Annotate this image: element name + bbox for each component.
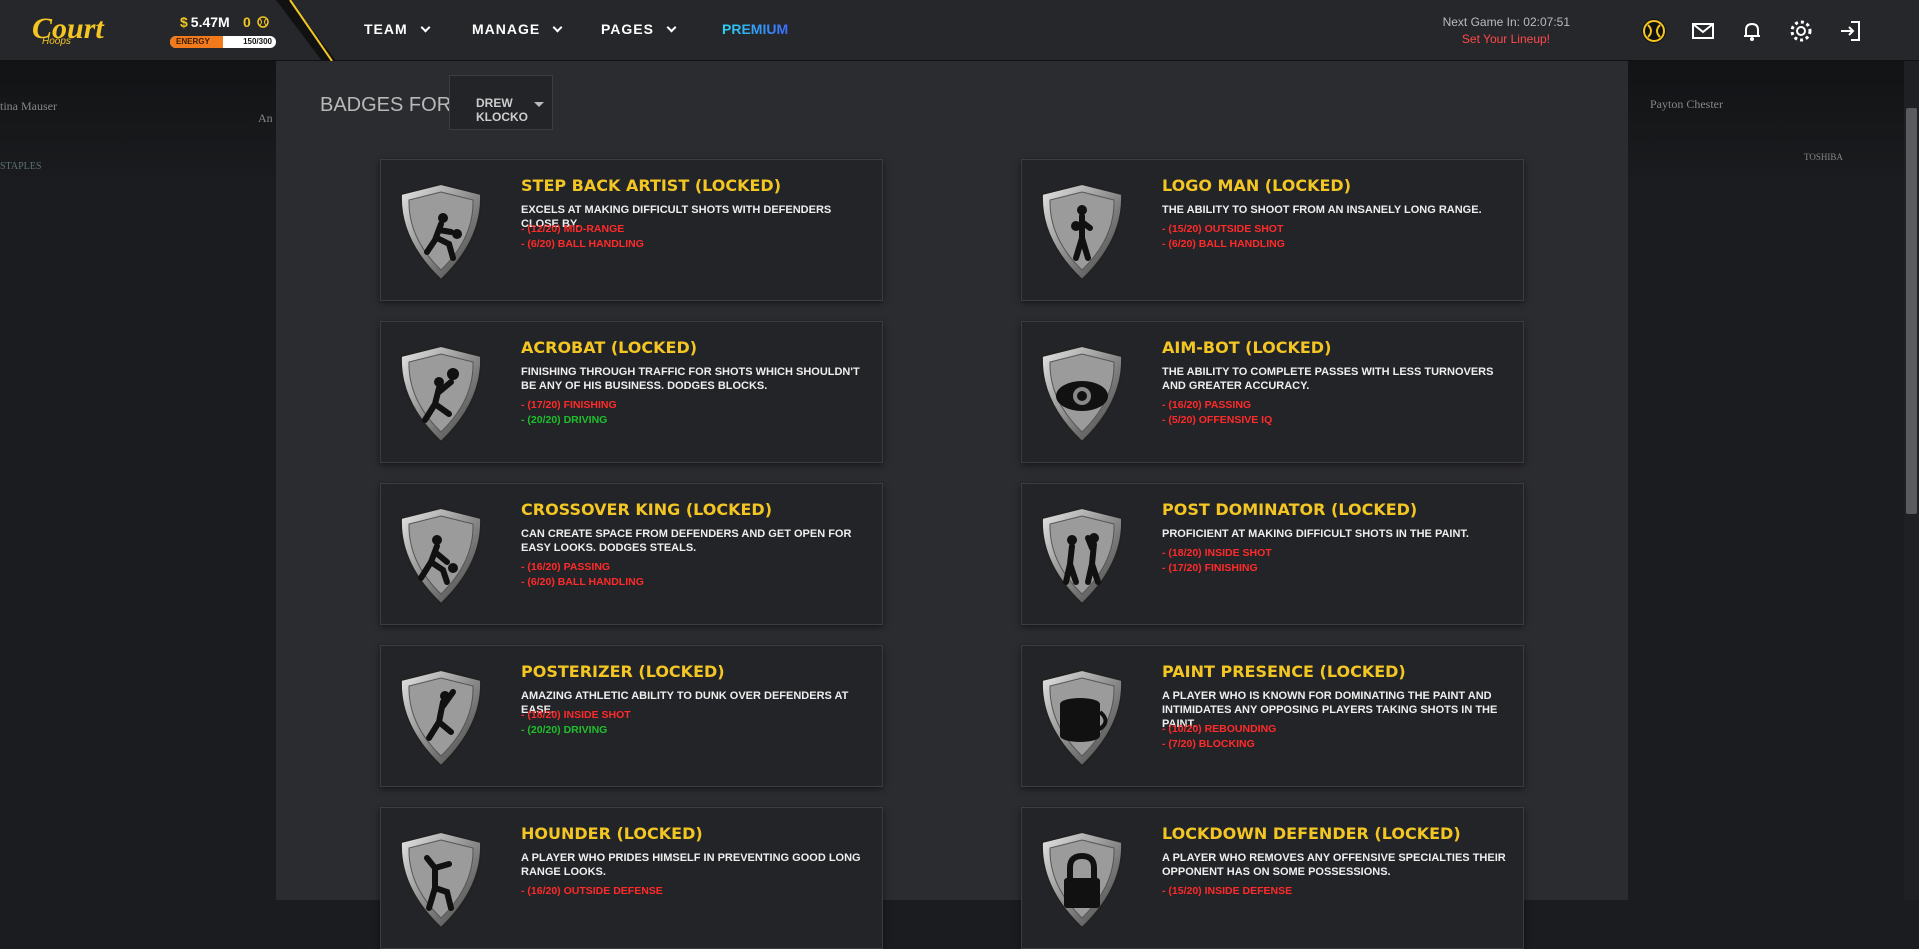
header-divider: [276, 0, 336, 61]
step-back-icon: [399, 182, 483, 282]
badge-requirement: - (17/20) FINISHING: [1162, 562, 1258, 574]
next-game-timer: Next Game In: 02:07:51: [1442, 15, 1570, 29]
background-crowd-left: tina Mauser An STAPLES: [0, 61, 276, 176]
badge-requirement: - (20/20) DRIVING: [521, 414, 608, 426]
badge-requirement: - (18/20) INSIDE SHOT: [1162, 547, 1272, 559]
badge-description: FINISHING THROUGH TRAFFIC FOR SHOTS WHIC…: [521, 366, 860, 392]
badge-card: PAINT PRESENCE (LOCKED) A PLAYER WHO IS K…: [1021, 645, 1524, 787]
gear-icon[interactable]: [1788, 18, 1814, 44]
badge-card: POSTERIZER (LOCKED) AMAZING ATHLETIC ABIL…: [380, 645, 883, 787]
nav-team-label: TEAM: [364, 21, 408, 37]
coins-display: 0: [243, 14, 269, 30]
chevron-down-icon: [666, 22, 677, 33]
player-select[interactable]: DREW KLOCKO: [449, 75, 553, 130]
nav-team[interactable]: TEAM: [364, 21, 431, 37]
dollar-icon: $: [180, 14, 188, 30]
arena-banner: TOSHIBA: [1804, 152, 1843, 162]
arena-banner: STAPLES: [0, 161, 42, 172]
badge-requirement: - (15/20) OUTSIDE SHOT: [1162, 223, 1284, 235]
courthoops-logo[interactable]: Court Hoops: [32, 6, 142, 52]
badge-title: AIM-BOT (LOCKED): [1162, 338, 1332, 357]
money-value: 5.47M: [190, 14, 230, 30]
dunk-icon: [399, 668, 483, 768]
badge-title: HOUNDER (LOCKED): [521, 824, 703, 843]
badge-title: STEP BACK ARTIST (LOCKED): [521, 176, 782, 195]
background-crowd-right: Payton Chester TOSHIBA: [1628, 61, 1904, 176]
badge-description: PROFICIENT AT MAKING DIFFICULT SHOTS IN …: [1162, 528, 1469, 540]
coin-small-icon: [256, 16, 269, 28]
dog-icon: [399, 830, 483, 930]
main-panel: BADGES FOR: DREW KLOCKO STEP BACK ARTIST…: [276, 61, 1628, 949]
badge-card: LOGO MAN (LOCKED) THE ABILITY TO SHOOT FR…: [1021, 159, 1524, 301]
badge-title: CROSSOVER KING (LOCKED): [521, 500, 773, 519]
nav-pages-label: PAGES: [601, 21, 654, 37]
logo-man-icon: [1040, 182, 1124, 282]
energy-label: ENERGY: [176, 37, 210, 46]
badge-title: POSTERIZER (LOCKED): [521, 662, 725, 681]
badge-requirement: - (20/20) DRIVING: [521, 724, 608, 736]
logo-subtext: Hoops: [42, 36, 71, 47]
badge-requirement: - (12/20) MID-RANGE: [521, 223, 625, 235]
badge-requirement: - (16/20) PASSING: [521, 561, 611, 573]
badge-requirement: - (10/20) REBOUNDING: [1162, 723, 1277, 735]
crossover-icon: [399, 506, 483, 606]
bell-icon[interactable]: [1739, 18, 1765, 44]
badge-title: LOCKDOWN DEFENDER (LOCKED): [1162, 824, 1461, 843]
badges-for-label: BADGES FOR:: [320, 94, 457, 116]
crowd-jersey-name: An: [258, 111, 273, 125]
chevron-down-icon: [552, 22, 563, 33]
badge-description: A PLAYER WHO PRIDES HIMSELF IN PREVENTIN…: [521, 852, 861, 878]
money-display: $5.47M: [180, 14, 230, 30]
badge-card: AIM-BOT (LOCKED) THE ABILITY TO COMPLETE …: [1021, 321, 1524, 463]
badge-description: THE ABILITY TO SHOOT FROM AN INSANELY LO…: [1162, 204, 1482, 216]
badge-requirement: - (7/20) BLOCKING: [1162, 738, 1255, 750]
mail-icon[interactable]: [1690, 18, 1716, 44]
badge-requirement: - (15/20) INSIDE DEFENSE: [1162, 885, 1293, 897]
coins-value: 0: [243, 14, 251, 30]
logout-icon[interactable]: [1837, 18, 1863, 44]
badge-card: CROSSOVER KING (LOCKED) CAN CREATE SPACE …: [380, 483, 883, 625]
badge-requirement: - (17/20) FINISHING: [521, 399, 617, 411]
badge-card: STEP BACK ARTIST (LOCKED) EXCELS AT MAKIN…: [380, 159, 883, 301]
nav-pages[interactable]: PAGES: [601, 21, 677, 37]
badge-requirement: - (18/20) INSIDE SHOT: [521, 709, 631, 721]
badge-requirement: - (16/20) OUTSIDE DEFENSE: [521, 885, 663, 897]
acrobat-icon: [399, 344, 483, 444]
energy-bar: ENERGY 150/300: [170, 36, 276, 48]
badge-title: LOGO MAN (LOCKED): [1162, 176, 1351, 195]
badge-description: THE ABILITY TO COMPLETE PASSES WITH LESS…: [1162, 366, 1494, 392]
badge-description: CAN CREATE SPACE FROM DEFENDERS AND GET …: [521, 528, 852, 554]
set-lineup-link[interactable]: Set Your Lineup!: [1380, 32, 1550, 46]
badge-requirement: - (6/20) BALL HANDLING: [521, 238, 644, 250]
badge-card: LOCKDOWN DEFENDER (LOCKED) A PLAYER WHO R…: [1021, 807, 1524, 949]
eye-icon: [1040, 344, 1124, 444]
badge-requirement: - (6/20) BALL HANDLING: [521, 576, 644, 588]
nav-manage-label: MANAGE: [472, 21, 541, 37]
badge-requirement: - (16/20) PASSING: [1162, 399, 1252, 411]
badge-description: A PLAYER WHO REMOVES ANY OFFENSIVE SPECI…: [1162, 852, 1506, 878]
badge-title: ACROBAT (LOCKED): [521, 338, 698, 357]
badge-card: POST DOMINATOR (LOCKED) PROFICIENT AT MAK…: [1021, 483, 1524, 625]
nav-manage[interactable]: MANAGE: [472, 21, 563, 37]
player-select-value: DREW KLOCKO: [476, 96, 528, 124]
post-icon: [1040, 506, 1124, 606]
coin-icon[interactable]: [1641, 18, 1667, 44]
badge-card: ACROBAT (LOCKED) FINISHING THROUGH TRAFFI…: [380, 321, 883, 463]
badge-title: POST DOMINATOR (LOCKED): [1162, 500, 1418, 519]
nav-premium[interactable]: PREMIUM: [722, 21, 788, 37]
crowd-jersey-name: tina Mauser: [0, 99, 57, 113]
scrollbar-thumb[interactable]: [1906, 108, 1917, 514]
paint-can-icon: [1040, 668, 1124, 768]
caret-down-icon: [534, 102, 544, 107]
chevron-down-icon: [420, 22, 431, 33]
crowd-jersey-name: Payton Chester: [1650, 97, 1723, 111]
lock-icon: [1040, 830, 1124, 930]
badge-requirement: - (6/20) BALL HANDLING: [1162, 238, 1285, 250]
badge-card: HOUNDER (LOCKED) A PLAYER WHO PRIDES HIMS…: [380, 807, 883, 949]
badge-title: PAINT PRESENCE (LOCKED): [1162, 662, 1406, 681]
top-bar: Court Hoops $5.47M 0 ENERGY 150/300 TEAM…: [0, 0, 1919, 61]
badge-requirement: - (5/20) OFFENSIVE IQ: [1162, 414, 1273, 426]
energy-value: 150/300: [243, 37, 272, 46]
